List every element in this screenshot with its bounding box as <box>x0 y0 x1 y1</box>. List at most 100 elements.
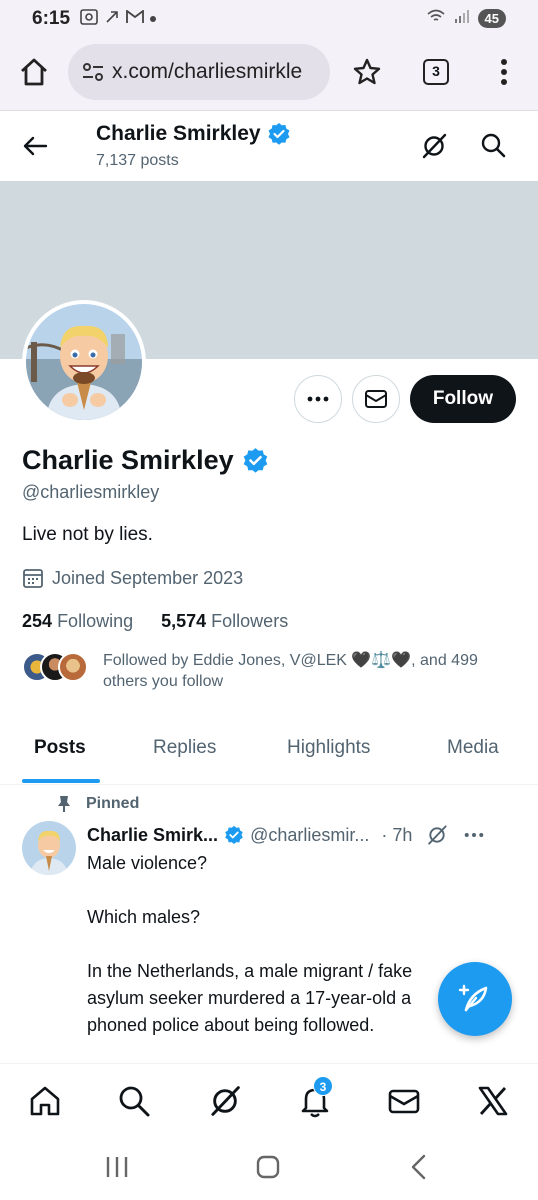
nav-home[interactable] <box>28 1084 62 1118</box>
grok-icon[interactable] <box>426 824 448 846</box>
profile-bio: Live not by lies. <box>22 524 153 545</box>
url-text[interactable]: x.com/charliesmirkle <box>112 60 322 84</box>
post-author-avatar[interactable] <box>22 821 76 875</box>
arrow-left-icon <box>23 136 48 156</box>
joined-text: Joined September 2023 <box>52 567 244 588</box>
notification-badge: 3 <box>313 1076 333 1096</box>
more-options-button[interactable] <box>293 375 342 423</box>
recent-apps-icon[interactable] <box>104 1155 130 1179</box>
tab-posts[interactable]: Posts <box>34 737 86 759</box>
profile-display-name: Charlie Smirkley <box>22 445 234 475</box>
following-label: Following <box>57 611 134 631</box>
bookmark-button[interactable] <box>352 57 382 87</box>
nav-x[interactable] <box>476 1084 510 1118</box>
following-link[interactable]: 254 Following <box>22 611 133 632</box>
home-circle-icon[interactable] <box>256 1155 280 1179</box>
home-button[interactable] <box>18 56 50 88</box>
pinned-text: Pinned <box>86 795 140 812</box>
post-timestamp[interactable]: · 7h <box>381 825 412 846</box>
url-bar[interactable]: x.com/charliesmirkle <box>68 44 330 100</box>
back-chevron-icon[interactable] <box>408 1154 430 1180</box>
status-bar: 6:15 45 <box>0 0 538 38</box>
screenshot-icon <box>80 9 98 28</box>
profile-name: Charlie Smirkley <box>22 445 269 476</box>
profile-actions: Follow <box>293 375 516 423</box>
grok-icon <box>211 1086 240 1116</box>
pinned-label: Pinned <box>56 795 139 813</box>
message-button[interactable] <box>351 375 400 423</box>
more-horizontal-icon <box>307 396 329 402</box>
bottom-navigation: 3 <box>0 1063 538 1138</box>
cartoon-avatar-image <box>22 821 76 875</box>
pin-icon <box>58 796 70 812</box>
wifi-icon <box>426 8 446 29</box>
star-icon <box>353 58 381 85</box>
tab-media[interactable]: Media <box>447 737 499 759</box>
compose-post-button[interactable] <box>438 962 512 1036</box>
system-icons: 45 <box>426 8 506 29</box>
profile-tabs: Posts Replies Highlights Media <box>0 715 538 785</box>
x-logo-icon <box>478 1086 508 1116</box>
browser-menu-button[interactable] <box>492 56 516 88</box>
profile-handle: @charliesmirkley <box>22 482 160 502</box>
active-tab-indicator <box>22 779 100 783</box>
post-paragraph: Male violence? <box>87 853 208 873</box>
profile-avatar[interactable] <box>22 300 146 424</box>
following-count: 254 <box>22 611 53 631</box>
post-header: Charlie Smirk... @charliesmir... · 7h <box>87 824 527 846</box>
followers-label: Followers <box>211 611 289 631</box>
signal-icon <box>454 9 470 28</box>
nav-notifications[interactable]: 3 <box>298 1076 333 1118</box>
envelope-icon <box>388 1089 420 1114</box>
more-horizontal-icon[interactable] <box>464 832 484 838</box>
post-paragraph: In the Netherlands, a male migrant / fak… <box>87 961 413 1035</box>
verified-badge-icon <box>225 825 243 844</box>
followed-by[interactable]: Followed by Eddie Jones, V@LEK 🖤⚖️🖤, and… <box>22 650 522 694</box>
header-title: Charlie Smirkley <box>96 122 291 146</box>
android-navigation-bar <box>0 1138 538 1200</box>
search-icon <box>481 133 506 158</box>
followers-count: 5,574 <box>161 611 207 631</box>
calendar-icon <box>23 569 43 588</box>
home-icon <box>21 58 47 86</box>
follow-button[interactable]: Follow <box>409 375 516 423</box>
verified-badge-icon[interactable] <box>242 447 269 474</box>
grok-button[interactable] <box>420 132 448 160</box>
browser-toolbar: x.com/charliesmirkle 3 <box>0 38 538 111</box>
followers-link[interactable]: 5,574 Followers <box>161 611 288 632</box>
tab-highlights[interactable]: Highlights <box>287 737 370 759</box>
profile-header: Charlie Smirkley 7,137 posts <box>0 111 538 181</box>
home-icon <box>30 1086 60 1116</box>
tab-switcher-button[interactable]: 3 <box>423 59 449 85</box>
cartoon-avatar-image <box>26 304 142 420</box>
status-time: 6:15 <box>32 8 71 29</box>
share-icon <box>104 9 120 28</box>
post-author-name[interactable]: Charlie Smirk... <box>87 825 218 846</box>
notification-icons <box>80 9 156 28</box>
nav-search[interactable] <box>117 1084 151 1118</box>
dot-icon <box>150 15 156 22</box>
gmail-icon <box>126 9 144 27</box>
followed-by-avatars <box>22 652 94 684</box>
more-vertical-icon <box>501 59 507 85</box>
search-icon <box>119 1086 150 1117</box>
nav-grok[interactable] <box>208 1084 242 1118</box>
followed-by-text: Followed by Eddie Jones, V@LEK 🖤⚖️🖤, and… <box>103 652 478 690</box>
envelope-icon <box>364 390 387 408</box>
post-paragraph: Which males? <box>87 907 201 927</box>
grok-icon <box>422 133 447 159</box>
post-author-handle[interactable]: @charliesmir... <box>250 825 369 846</box>
verified-badge-icon <box>268 123 290 145</box>
header-name: Charlie Smirkley <box>96 122 261 145</box>
nav-messages[interactable] <box>387 1084 421 1118</box>
back-button[interactable] <box>20 131 50 161</box>
profile-joined-date: Joined September 2023 <box>22 567 243 589</box>
tab-replies[interactable]: Replies <box>153 737 216 759</box>
header-post-count: 7,137 posts <box>96 152 179 169</box>
site-settings-icon[interactable] <box>82 62 104 82</box>
follower-avatar <box>58 652 88 682</box>
profile-stats: 254 Following 5,574 Followers <box>22 611 288 632</box>
post-text: Male violence? Which males? In the Nethe… <box>87 850 467 1066</box>
compose-feather-icon <box>458 984 488 1012</box>
search-button[interactable] <box>479 131 507 159</box>
